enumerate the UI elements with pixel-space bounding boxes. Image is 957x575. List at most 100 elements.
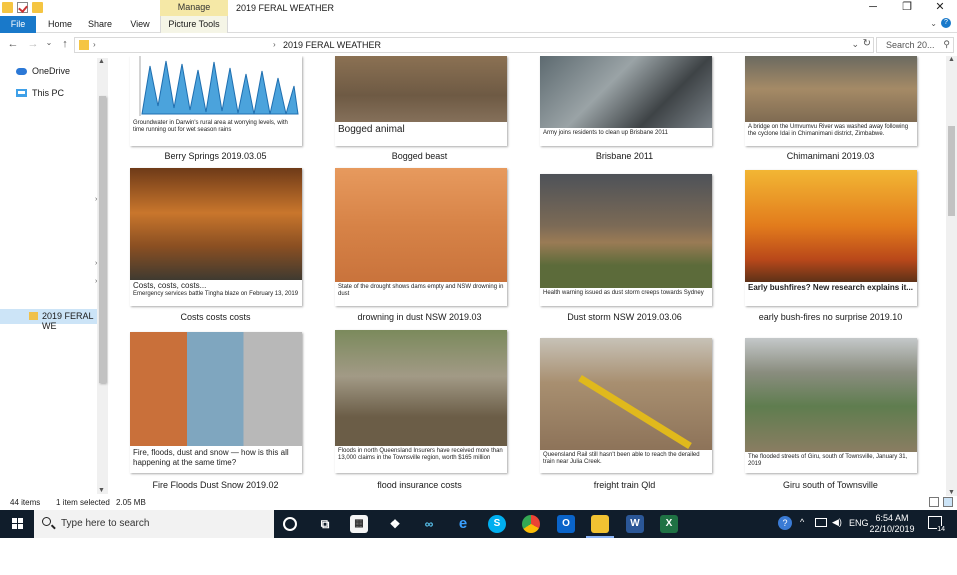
derailed-train-photo-image <box>540 338 712 450</box>
details-view-icon[interactable] <box>929 497 939 507</box>
file-label[interactable]: early bush-fires no surprise 2019.10 <box>728 312 933 322</box>
breadcrumb-separator[interactable]: › <box>93 40 96 49</box>
tab-file[interactable]: File <box>0 16 36 33</box>
forward-button[interactable]: → <box>26 38 40 50</box>
train-line-image <box>578 375 692 449</box>
large-icons-view-icon[interactable] <box>943 497 953 507</box>
network-icon[interactable] <box>815 518 827 527</box>
maximize-button[interactable]: ❐ <box>892 0 922 16</box>
tab-picture-tools[interactable]: Picture Tools <box>160 16 228 33</box>
file-thumbnail[interactable]: Early bushfires? New research explains i… <box>745 170 917 306</box>
dust-storm-photo-image <box>540 174 712 288</box>
scrollbar-thumb[interactable] <box>99 96 106 383</box>
thumbnail-caption: Queensland Rail still hasn't been able t… <box>540 450 712 473</box>
task-view-icon[interactable]: ⧉ <box>316 515 334 533</box>
infinity-icon[interactable]: ∞ <box>420 515 438 533</box>
thumbnail-caption: Floods in north Queensland Insurers have… <box>335 446 507 473</box>
back-button[interactable]: ← <box>6 38 20 50</box>
file-thumbnail[interactable]: Army joins residents to clean up Brisban… <box>540 56 712 146</box>
folder-icon <box>29 312 38 320</box>
nav-item-label: OneDrive <box>32 66 71 76</box>
explorer-icon[interactable] <box>591 515 609 533</box>
window-title: 2019 FERAL WEATHER <box>236 3 335 13</box>
start-button[interactable] <box>0 510 34 538</box>
file-thumbnail[interactable]: Groundwater in Darwin's rural area at wo… <box>130 56 302 146</box>
file-thumbnail[interactable]: Fire, floods, dust and snow — how is thi… <box>130 332 302 473</box>
help-tray-icon[interactable]: ? <box>778 516 792 530</box>
taskbar-clock[interactable]: 6:54 AM 22/10/2019 <box>860 513 924 535</box>
volume-icon[interactable]: ◀) <box>832 517 842 528</box>
file-label[interactable]: Berry Springs 2019.03.05 <box>113 151 318 161</box>
tab-share[interactable]: Share <box>84 16 116 33</box>
edge-icon[interactable]: e <box>454 515 472 533</box>
skype-icon[interactable]: S <box>488 515 506 533</box>
scroll-down-icon[interactable]: ▼ <box>98 487 105 494</box>
refresh-icon[interactable]: ↻ <box>863 38 871 49</box>
file-label[interactable]: freight train Qld <box>522 480 727 490</box>
file-thumbnail[interactable]: State of the drought shows dams empty an… <box>335 168 507 306</box>
taskbar: Type here to search ⧉ ▦ ❖ ∞ e S O W X ? … <box>0 510 957 538</box>
file-label[interactable]: Fire Floods Dust Snow 2019.02 <box>113 480 318 490</box>
scroll-up-icon[interactable]: ▲ <box>98 58 105 65</box>
file-label[interactable]: Chimanimani 2019.03 <box>728 151 933 161</box>
taskbar-search-placeholder: Type here to search <box>61 518 150 529</box>
scroll-down-icon[interactable]: ▼ <box>948 489 955 496</box>
manage-context-tab[interactable]: Manage <box>160 0 228 16</box>
word-icon[interactable]: W <box>626 515 644 533</box>
notifications-icon[interactable]: 14 <box>928 516 945 533</box>
file-thumbnail[interactable]: The flooded streets of Giru, south of To… <box>745 338 917 473</box>
file-label[interactable]: Costs costs costs <box>113 312 318 322</box>
thumbnail-caption: Fire, floods, dust and snow — how is thi… <box>130 446 302 473</box>
file-thumbnail[interactable]: Costs, costs, costs... Emergency service… <box>130 168 302 306</box>
chrome-icon[interactable] <box>522 515 540 533</box>
minimize-button[interactable]: ─ <box>858 0 888 16</box>
file-label[interactable]: Giru south of Townsville <box>728 480 933 490</box>
content-scrollbar[interactable]: ▲ ▼ <box>946 56 957 496</box>
file-label[interactable]: drowning in dust NSW 2019.03 <box>317 312 522 322</box>
nav-item-this-pc[interactable]: This PC <box>16 88 64 98</box>
excel-icon[interactable]: X <box>660 515 678 533</box>
caption-text: State of the drought shows dams empty an… <box>338 284 504 297</box>
show-hidden-icons-icon[interactable]: ^ <box>800 517 804 527</box>
help-icon[interactable]: ? <box>941 18 951 28</box>
outlook-icon[interactable]: O <box>557 515 575 533</box>
address-bar[interactable]: › › 2019 FERAL WEATHER ⌄ ↻ <box>74 37 874 53</box>
file-thumbnail[interactable]: Bogged animal <box>335 56 507 146</box>
scroll-up-icon[interactable]: ▲ <box>948 56 955 63</box>
scrollbar-thumb[interactable] <box>948 126 955 216</box>
file-thumbnail[interactable]: Floods in north Queensland Insurers have… <box>335 330 507 473</box>
search-box[interactable]: Search 20... ⚲ <box>876 37 954 53</box>
tab-view[interactable]: View <box>124 16 156 33</box>
recent-locations-button[interactable]: ⌄ <box>42 38 56 47</box>
dropbox-icon[interactable]: ❖ <box>386 515 404 533</box>
nav-scrollbar[interactable]: ▲ ▼ <box>97 58 108 494</box>
file-label[interactable]: Dust storm NSW 2019.03.06 <box>522 312 727 322</box>
groundwater-chart-image <box>130 56 302 118</box>
file-label[interactable]: flood insurance costs <box>317 480 522 490</box>
folder-icon[interactable] <box>2 2 13 13</box>
caption-text: Fire, floods, dust and snow — how is thi… <box>133 448 289 467</box>
drought-cattle-photo-image <box>335 168 507 282</box>
tab-home[interactable]: Home <box>44 16 76 33</box>
status-bar: 44 items 1 item selected 2.05 MB <box>0 496 957 510</box>
breadcrumb-current[interactable]: 2019 FERAL WEATHER <box>283 40 381 50</box>
file-label[interactable]: Brisbane 2011 <box>522 151 727 161</box>
breadcrumb-separator[interactable]: › <box>273 40 276 49</box>
ribbon-collapse-icon[interactable]: ⌄ <box>930 19 937 28</box>
nav-item-onedrive[interactable]: OneDrive <box>16 66 70 76</box>
file-label[interactable]: Bogged beast <box>317 151 522 161</box>
close-button[interactable]: ✕ <box>925 0 955 16</box>
store-icon[interactable]: ▦ <box>350 515 368 533</box>
properties-icon[interactable] <box>17 2 28 13</box>
nav-item-selected-folder[interactable]: 2019 FERAL WE <box>0 309 97 331</box>
bridge-washed-photo-image <box>745 56 917 122</box>
selection-size: 2.05 MB <box>116 498 146 507</box>
address-dropdown-icon[interactable]: ⌄ <box>851 39 859 50</box>
cortana-icon[interactable] <box>283 517 297 531</box>
file-thumbnail[interactable]: Queensland Rail still hasn't been able t… <box>540 338 712 473</box>
taskbar-search[interactable]: Type here to search <box>34 510 274 538</box>
up-button[interactable]: ↑ <box>58 38 72 50</box>
new-folder-icon[interactable] <box>32 2 43 13</box>
file-thumbnail[interactable]: Health warning issued as dust storm cree… <box>540 174 712 306</box>
file-thumbnail[interactable]: A bridge on the Umvumvu River was washed… <box>745 56 917 146</box>
